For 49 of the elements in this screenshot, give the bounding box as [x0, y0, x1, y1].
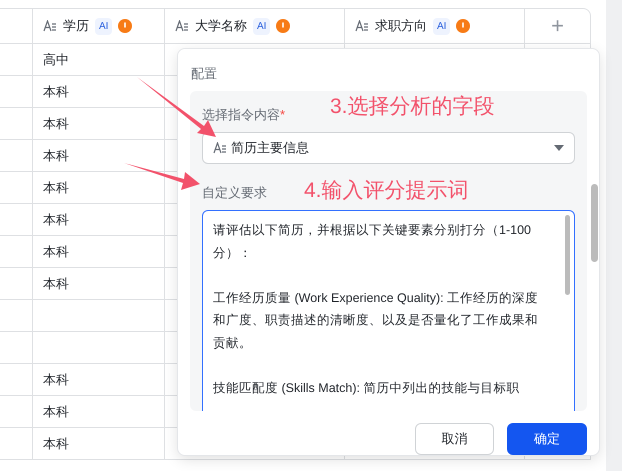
table-cell	[0, 332, 33, 364]
text-type-icon	[43, 20, 57, 32]
text-type-icon	[213, 142, 227, 154]
table-cell: 本科	[33, 428, 165, 460]
column-title: 学历	[63, 17, 89, 35]
column-header[interactable]: 大学名称 AI	[165, 9, 345, 44]
table-cell	[0, 236, 33, 268]
table-cell: 本科	[33, 236, 165, 268]
field-label: 自定义要求	[202, 184, 267, 202]
warning-icon	[118, 19, 132, 33]
table-cell: 本科	[33, 268, 165, 300]
table-cell	[0, 172, 33, 204]
text-type-icon	[355, 20, 369, 32]
ai-badge: AI	[253, 18, 270, 34]
ai-badge: AI	[433, 18, 450, 34]
column-title: 求职方向	[375, 17, 427, 35]
table-cell	[0, 268, 33, 300]
annotation-text: 4.输入评分提示词	[304, 178, 469, 204]
warning-icon	[456, 19, 470, 33]
table-cell: 高中	[33, 44, 165, 76]
table-cell	[0, 364, 33, 396]
table-cell	[0, 44, 33, 76]
caret-icon	[554, 145, 564, 151]
table-cell	[0, 140, 33, 172]
confirm-button[interactable]: 确定	[507, 423, 587, 455]
table-cell: 本科	[33, 108, 165, 140]
table-cell	[0, 108, 33, 140]
scrollbar[interactable]	[591, 184, 598, 262]
table-cell: 本科	[33, 396, 165, 428]
dialog-title: 配置	[190, 65, 218, 83]
scrollbar[interactable]	[565, 215, 570, 295]
table-cell: 本科	[33, 364, 165, 396]
text-type-icon	[175, 20, 189, 32]
ai-badge: AI	[95, 18, 112, 34]
table-cell: 本科	[33, 204, 165, 236]
field-label: 选择指令内容*	[202, 106, 286, 124]
table-cell	[0, 396, 33, 428]
prompt-field[interactable]: 请评估以下简历，并根据以下关键要素分别打分（1-100 分）： 工作经历质量 (Work Experience Quality): 工作经历的深度和广度、职责描述的清晰度、以及是否量化了工作成果和贡献。 技能匹配度 (Skills Match): 简历中列出的技能与目标职	[202, 210, 575, 411]
table-cell	[0, 300, 33, 332]
table-cell	[0, 428, 33, 460]
column-header[interactable]: 求职方向 AI	[345, 9, 525, 44]
annotation-text: 3.选择分析的字段	[330, 94, 495, 120]
table-cell	[0, 76, 33, 108]
warning-icon	[276, 19, 290, 33]
field-select[interactable]: 简历主要信息	[202, 132, 575, 164]
cancel-button[interactable]: 取消	[415, 423, 494, 455]
column-header[interactable]: 学历 AI	[33, 9, 165, 44]
table-cell	[0, 204, 33, 236]
column-title: 大学名称	[195, 17, 247, 35]
